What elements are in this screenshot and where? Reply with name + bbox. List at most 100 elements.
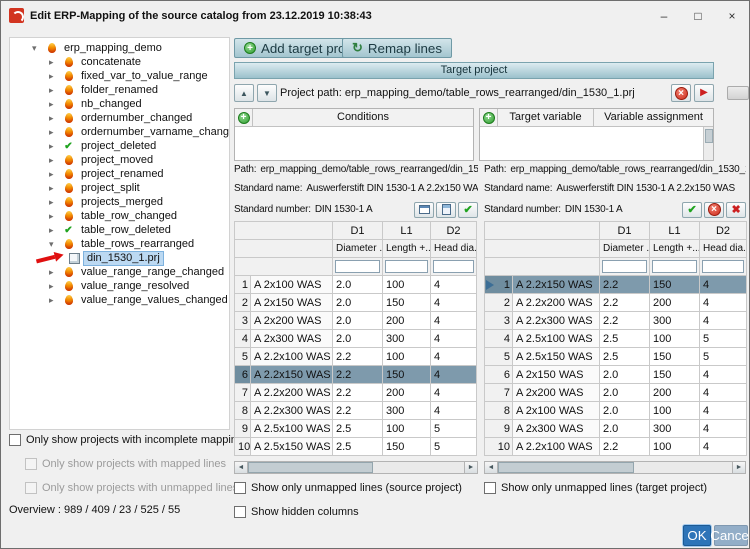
tree-item[interactable]: project_split [10, 181, 229, 195]
source-table-row[interactable]: 10 A 2.5x150 WAS 2.5 150 5 [234, 437, 477, 456]
row-value-d2[interactable]: 4 [699, 365, 747, 384]
row-name-cell[interactable]: A 2.5x150 WAS [512, 347, 600, 366]
row-name-cell[interactable]: A 2.2x300 WAS [512, 311, 600, 330]
tree-expander-icon[interactable] [49, 294, 62, 307]
row-value-d2[interactable]: 4 [430, 383, 477, 402]
target-variable-vertical-scrollbar[interactable] [703, 127, 713, 160]
row-value-l1[interactable]: 150 [649, 275, 700, 294]
row-value-d1[interactable]: 2.2 [332, 401, 383, 420]
tree-item[interactable]: project_renamed [10, 167, 229, 181]
source-table-row[interactable]: 8 A 2.2x300 WAS 2.2 300 4 [234, 401, 477, 420]
tree-item[interactable]: table_row_deleted [10, 223, 229, 237]
tree-expander-icon[interactable] [49, 84, 62, 97]
row-value-d1[interactable]: 2.0 [599, 419, 650, 438]
row-value-d1[interactable]: 2.2 [332, 365, 383, 384]
row-value-l1[interactable]: 200 [649, 293, 700, 312]
checkbox-box[interactable] [9, 434, 21, 446]
row-value-l1[interactable]: 300 [382, 329, 431, 348]
scroll-right-button[interactable]: ► [732, 462, 745, 473]
tree-item[interactable]: ordernumber_varname_changed [10, 125, 229, 139]
checkbox-box[interactable] [484, 482, 496, 494]
tree-expander-icon[interactable] [49, 70, 62, 83]
row-value-l1[interactable]: 100 [649, 329, 700, 348]
row-value-d2[interactable]: 4 [430, 311, 477, 330]
minimize-button[interactable]: – [647, 1, 681, 30]
row-name-cell[interactable]: A 2.2x300 WAS [250, 401, 333, 420]
value-range-button[interactable] [436, 201, 456, 218]
row-value-d2[interactable]: 4 [430, 275, 477, 294]
row-value-l1[interactable]: 150 [382, 293, 431, 312]
close-button[interactable]: × [715, 1, 749, 30]
scrollbar-thumb[interactable] [498, 462, 634, 473]
row-value-d1[interactable]: 2.2 [332, 383, 383, 402]
row-name-cell[interactable]: A 2x100 WAS [512, 401, 600, 420]
add-target-variable-button[interactable]: + [480, 109, 498, 126]
tree-expander-icon[interactable] [49, 126, 62, 139]
tree-expander-icon[interactable] [49, 266, 62, 279]
row-value-l1[interactable]: 100 [382, 275, 431, 294]
delete-mapping-button[interactable]: ✖ [726, 201, 746, 218]
column-header-d2[interactable]: D2 [430, 221, 477, 240]
tree-expander-icon[interactable] [49, 224, 62, 237]
row-value-d2[interactable]: 4 [699, 311, 747, 330]
row-value-d1[interactable]: 2.5 [332, 419, 383, 438]
filter-input-d2[interactable] [702, 260, 744, 273]
remove-target-project-button[interactable]: × [671, 84, 691, 102]
column-header-d1[interactable]: D1 [599, 221, 650, 240]
tree-item[interactable]: projects_merged [10, 195, 229, 209]
row-value-d2[interactable]: 5 [699, 329, 747, 348]
column-header-l1[interactable]: L1 [382, 221, 431, 240]
source-accept-button[interactable]: ✔ [458, 201, 478, 218]
maximize-button[interactable]: □ [681, 1, 715, 30]
row-name-cell[interactable]: A 2.5x150 WAS [250, 437, 333, 456]
source-table-row[interactable]: 3 A 2x200 WAS 2.0 200 4 [234, 311, 477, 330]
scrollbar-track[interactable] [248, 462, 464, 473]
target-table-row[interactable]: 4 A 2.5x100 WAS 2.5 100 5 [484, 329, 747, 348]
row-value-l1[interactable]: 200 [382, 383, 431, 402]
tree-item[interactable]: project_moved [10, 153, 229, 167]
row-name-cell[interactable]: A 2.2x200 WAS [512, 293, 600, 312]
tree-expander-icon[interactable] [32, 42, 45, 55]
tree-expander-icon[interactable] [49, 98, 62, 111]
row-value-l1[interactable]: 150 [649, 347, 700, 366]
checkbox-box[interactable] [234, 482, 246, 494]
source-table-row[interactable]: 1 A 2x100 WAS 2.0 100 4 [234, 275, 477, 294]
row-value-l1[interactable]: 100 [649, 437, 700, 456]
row-value-l1[interactable]: 200 [649, 383, 700, 402]
row-value-d2[interactable]: 4 [430, 293, 477, 312]
tree-item[interactable]: table_rows_rearranged [10, 237, 229, 251]
row-value-d2[interactable]: 4 [699, 383, 747, 402]
target-table-row[interactable]: 1 A 2.2x150 WAS 2.2 150 4 [484, 275, 747, 294]
target-table-row[interactable]: 9 A 2x300 WAS 2.0 300 4 [484, 419, 747, 438]
row-value-l1[interactable]: 100 [649, 401, 700, 420]
checkbox-box[interactable] [234, 506, 246, 518]
tree-expander-icon[interactable] [49, 168, 62, 181]
target-table-row[interactable]: 3 A 2.2x300 WAS 2.2 300 4 [484, 311, 747, 330]
tree-expander-icon[interactable] [49, 196, 62, 209]
row-name-cell[interactable]: A 2x300 WAS [512, 419, 600, 438]
tree-item[interactable]: din_1530_1.prj [10, 250, 229, 266]
row-name-cell[interactable]: A 2x200 WAS [512, 383, 600, 402]
source-table-row[interactable]: 2 A 2x150 WAS 2.0 150 4 [234, 293, 477, 312]
row-name-cell[interactable]: A 2x300 WAS [250, 329, 333, 348]
row-value-d2[interactable]: 4 [699, 275, 747, 294]
filter-input-d1[interactable] [335, 260, 380, 273]
target-table-row[interactable]: 5 A 2.5x150 WAS 2.5 150 5 [484, 347, 747, 366]
row-value-d1[interactable]: 2.2 [599, 437, 650, 456]
row-value-d2[interactable]: 4 [699, 419, 747, 438]
filter-input-l1[interactable] [385, 260, 428, 273]
row-value-d1[interactable]: 2.0 [599, 401, 650, 420]
tree-expander-icon[interactable] [49, 154, 62, 167]
move-up-button[interactable]: ▲ [234, 84, 254, 102]
tree-expander-icon[interactable] [49, 210, 62, 223]
row-name-cell[interactable]: A 2.5x100 WAS [250, 419, 333, 438]
row-value-d2[interactable]: 4 [430, 401, 477, 420]
row-value-d2[interactable]: 4 [699, 401, 747, 420]
goto-target-project-button[interactable]: ▶ [694, 84, 714, 102]
row-value-d1[interactable]: 2.0 [599, 383, 650, 402]
table-view-button[interactable] [414, 201, 434, 218]
row-value-l1[interactable]: 300 [649, 419, 700, 438]
tree-item[interactable]: value_range_values_changed [10, 293, 229, 307]
tree-item[interactable]: ordernumber_changed [10, 111, 229, 125]
row-value-d2[interactable]: 5 [430, 437, 477, 456]
